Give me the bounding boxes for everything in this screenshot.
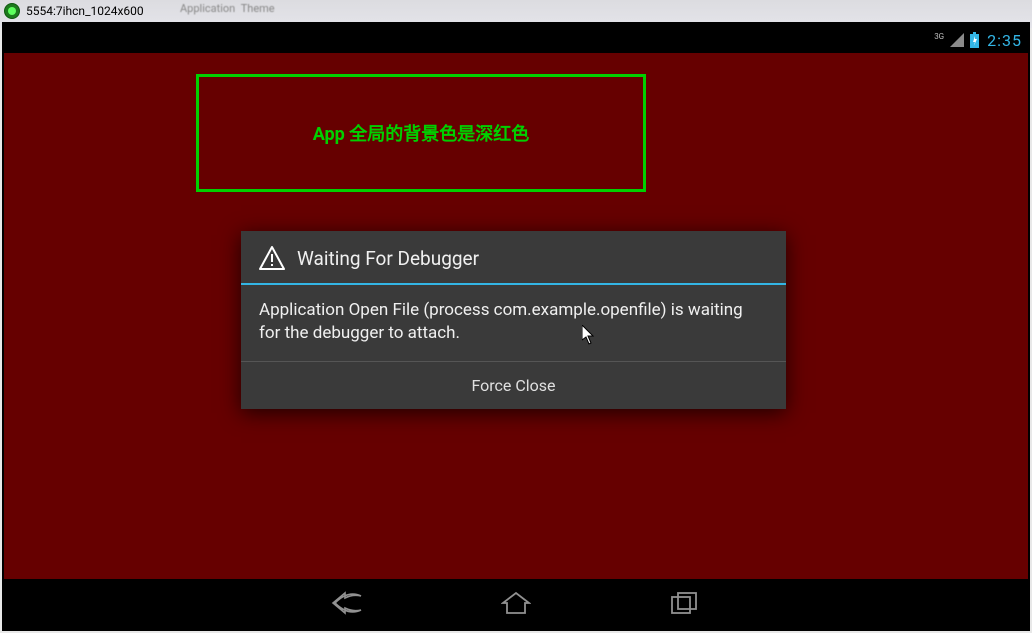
emulator-frame: 3G 2:35 App 全局的背景色是深红色 (2, 22, 1030, 631)
android-navigation-bar (4, 579, 1028, 627)
android-status-bar[interactable]: 3G 2:35 (4, 27, 1028, 53)
back-button[interactable] (324, 579, 372, 627)
home-button[interactable] (492, 579, 540, 627)
app-content-area: App 全局的背景色是深红色 Waiting For Debugger Appl (4, 53, 1028, 579)
android-emulator-icon (4, 3, 20, 19)
dialog-message: Application Open File (process com.examp… (241, 285, 786, 361)
debugger-dialog: Waiting For Debugger Application Open Fi… (241, 231, 786, 409)
emulator-window-titlebar[interactable]: 5554:7ihcn_1024x600 (0, 0, 1032, 22)
emulator-window-title: 5554:7ihcn_1024x600 (26, 4, 144, 18)
network-type-label: 3G (934, 32, 944, 41)
battery-icon (970, 32, 979, 48)
dialog-button-row: Force Close (241, 361, 786, 409)
dialog-title-row: Waiting For Debugger (241, 231, 786, 283)
force-close-button[interactable]: Force Close (241, 362, 786, 409)
annotation-text: App 全局的背景色是深红色 (313, 120, 530, 146)
warning-icon (259, 245, 285, 271)
status-clock: 2:35 (987, 31, 1022, 50)
annotation-box: App 全局的背景色是深红色 (196, 74, 646, 192)
dialog-title: Waiting For Debugger (297, 247, 479, 270)
signal-icon (950, 33, 964, 47)
device-screen: 3G 2:35 App 全局的背景色是深红色 (4, 27, 1028, 627)
recents-button[interactable] (660, 579, 708, 627)
